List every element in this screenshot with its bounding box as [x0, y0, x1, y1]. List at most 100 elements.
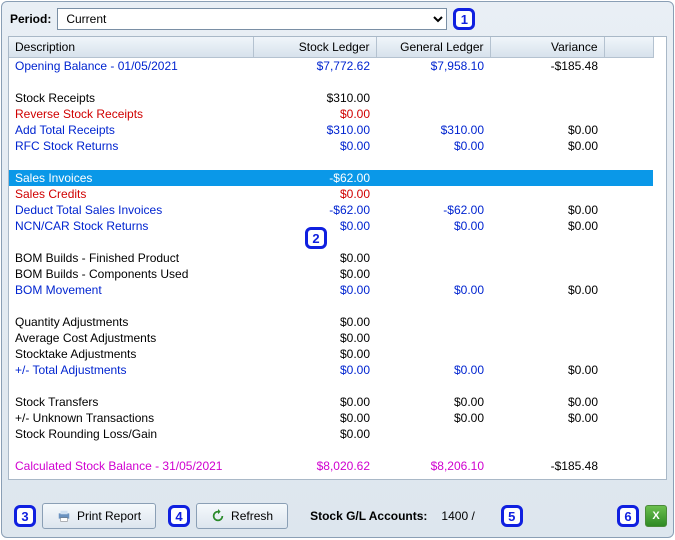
row-description: Opening Balance - 01/05/2021	[15, 59, 178, 73]
row-stock-ledger: $310.00	[327, 91, 370, 105]
table-row[interactable]: Calculated Stock Balance - 31/05/2021 $8,…	[9, 458, 653, 474]
table-row[interactable]: Sales Credits$0.00	[9, 186, 653, 202]
row-variance: $0.00	[568, 395, 598, 409]
period-label: Period:	[10, 12, 51, 26]
row-description: Stocktake Adjustments	[15, 347, 136, 361]
row-stock-ledger: $0.00	[340, 139, 370, 153]
row-stock-ledger: $0.00	[340, 331, 370, 345]
print-report-button[interactable]: Print Report	[42, 503, 156, 529]
table-row[interactable]: Quantity Adjustments $0.00	[9, 314, 653, 330]
row-stock-ledger: $0.00	[340, 187, 370, 201]
row-general-ledger: $0.00	[454, 139, 484, 153]
row-stock-ledger: -$62.00	[329, 203, 370, 217]
row-description: BOM Builds - Components Used	[15, 267, 188, 281]
table-row[interactable]: Stock Receipts $310.00	[9, 90, 653, 106]
annotation-4: 4	[168, 505, 190, 527]
annotation-1: 1	[453, 8, 475, 30]
row-general-ledger: $7,958.10	[431, 59, 484, 73]
row-stock-ledger: $0.00	[340, 347, 370, 361]
col-stock-ledger[interactable]: Stock Ledger	[253, 37, 376, 58]
table-row[interactable]: Stock Rounding Loss/Gain $0.00	[9, 426, 653, 442]
annotation-3: 3	[14, 505, 36, 527]
row-description: BOM Builds - Finished Product	[15, 251, 179, 265]
table-row[interactable]: +/- Unknown Transactions$0.00$0.00$0.00	[9, 410, 653, 426]
row-description: Stock Transfers	[15, 395, 98, 409]
stock-gl-accounts-value: 1400 /	[441, 509, 474, 523]
grid-scroll[interactable]: Description Stock Ledger General Ledger …	[9, 37, 666, 479]
print-report-label: Print Report	[77, 509, 141, 523]
table-row[interactable]: Opening Balance - 01/05/2021 $7,772.62 $7,…	[9, 58, 653, 75]
table-row[interactable]: +/- Total Adjustments$0.00$0.00$0.00	[9, 362, 653, 378]
col-description[interactable]: Description	[9, 37, 253, 58]
table-row[interactable]: RFC Stock Returns $0.00 $0.00 $0.00	[9, 138, 653, 154]
table-row[interactable]: NCN/CAR Stock Returns $0.00 $0.00 $0.00	[9, 218, 653, 234]
row-description: +/- Total Adjustments	[15, 363, 127, 377]
row-variance: $0.00	[568, 363, 598, 377]
col-pad	[604, 37, 653, 58]
row-stock-ledger: $0.00	[340, 411, 370, 425]
row-variance: $0.00	[568, 203, 598, 217]
row-stock-ledger: $0.00	[340, 395, 370, 409]
col-variance[interactable]: Variance	[490, 37, 604, 58]
row-stock-ledger: $0.00	[340, 219, 370, 233]
row-description: Quantity Adjustments	[15, 315, 128, 329]
row-stock-ledger: $7,772.62	[317, 59, 370, 73]
row-stock-ledger: $8,020.62	[317, 459, 370, 473]
grid-container: Description Stock Ledger General Ledger …	[8, 36, 667, 480]
table-row[interactable]: Deduct Total Sales Invoices -$62.00 -$62.0…	[9, 202, 653, 218]
table-row	[9, 74, 653, 90]
stock-reconciliation-panel: Period: Current 1 Description Stock Ledg…	[1, 1, 674, 538]
refresh-label: Refresh	[231, 509, 273, 523]
period-row: Period: Current 1	[2, 2, 673, 34]
row-description: Average Cost Adjustments	[15, 331, 156, 345]
table-row[interactable]: Add Total Receipts$310.00$310.00$0.00	[9, 122, 653, 138]
row-general-ledger: $310.00	[441, 123, 484, 137]
row-variance: -$185.48	[551, 59, 598, 73]
row-variance: $0.00	[568, 219, 598, 233]
row-variance: $0.00	[568, 283, 598, 297]
table-row[interactable]: Stock Transfers $0.00 $0.00 $0.00	[9, 394, 653, 410]
table-row	[9, 298, 653, 314]
table-row[interactable]: BOM Builds - Finished Product $0.00	[9, 250, 653, 266]
table-row	[9, 378, 653, 394]
table-row[interactable]: BOM Movement $0.00 $0.00 $0.00	[9, 282, 653, 298]
row-description: Stock Receipts	[15, 91, 95, 105]
row-stock-ledger: $0.00	[340, 283, 370, 297]
row-description: Stock Rounding Loss/Gain	[15, 427, 157, 441]
row-description: BOM Movement	[15, 283, 102, 297]
row-general-ledger: $0.00	[454, 283, 484, 297]
row-stock-ledger: $310.00	[327, 123, 370, 137]
row-variance: -$185.48	[551, 459, 598, 473]
col-general-ledger[interactable]: General Ledger	[376, 37, 490, 58]
row-description: NCN/CAR Stock Returns	[15, 219, 148, 233]
table-row	[9, 442, 653, 458]
table-row[interactable]: BOM Builds - Components Used $0.00	[9, 266, 653, 282]
row-description: RFC Stock Returns	[15, 139, 118, 153]
row-stock-ledger: $0.00	[340, 427, 370, 441]
annotation-5: 5	[501, 505, 523, 527]
row-stock-ledger: $0.00	[340, 267, 370, 281]
row-stock-ledger: $0.00	[340, 107, 370, 121]
refresh-button[interactable]: Refresh	[196, 503, 288, 529]
row-general-ledger: $0.00	[454, 219, 484, 233]
table-row[interactable]: Average Cost Adjustments $0.00	[9, 330, 653, 346]
row-description: Deduct Total Sales Invoices	[15, 203, 162, 217]
row-general-ledger: -$62.00	[443, 203, 484, 217]
row-description: Sales Invoices	[15, 171, 92, 185]
footer-bar: 3 Print Report 4 Refresh Stock G/L Accou…	[8, 501, 667, 531]
ledger-table: Description Stock Ledger General Ledger …	[9, 37, 654, 479]
table-row	[9, 234, 653, 250]
row-stock-ledger: $0.00	[340, 315, 370, 329]
row-description: Calculated Stock Balance - 31/05/2021	[15, 459, 222, 473]
refresh-icon	[211, 509, 225, 523]
stock-gl-accounts-label: Stock G/L Accounts:	[310, 509, 427, 523]
period-select[interactable]: Current	[57, 8, 447, 30]
row-stock-ledger: $0.00	[340, 251, 370, 265]
table-row	[9, 474, 653, 479]
export-excel-icon[interactable]: X	[645, 505, 667, 527]
table-row[interactable]: Sales Invoices-$62.00	[9, 170, 653, 186]
table-row[interactable]: Reverse Stock Receipts$0.00	[9, 106, 653, 122]
row-general-ledger: $0.00	[454, 395, 484, 409]
row-variance: $0.00	[568, 139, 598, 153]
table-row[interactable]: Stocktake Adjustments $0.00	[9, 346, 653, 362]
